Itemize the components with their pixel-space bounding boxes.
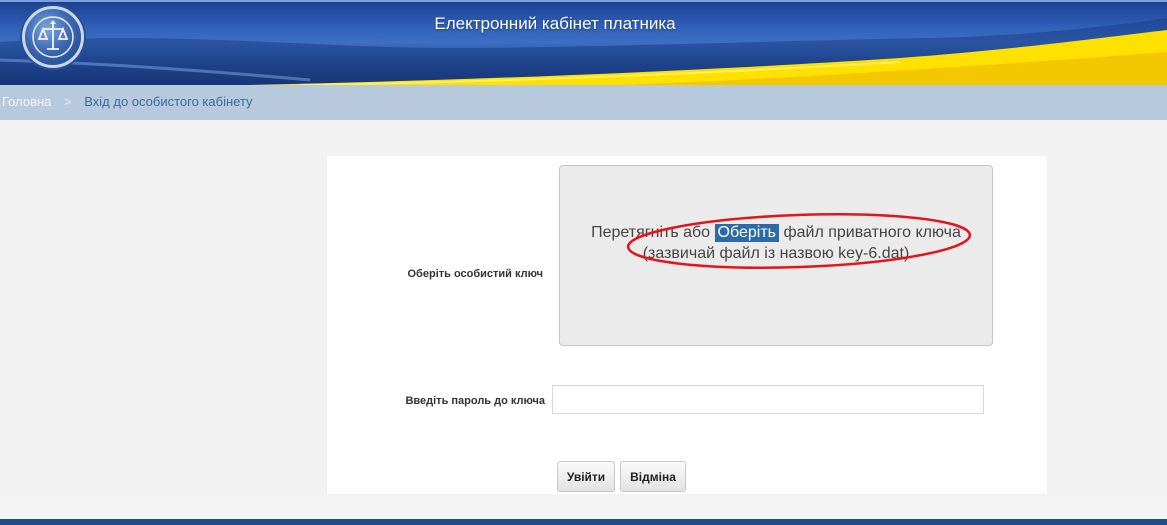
password-label: Введіть пароль до ключа [405, 395, 545, 407]
choose-file-link[interactable]: Оберіть [714, 224, 779, 242]
key-file-dropzone[interactable]: Перетягніть або Оберіть файл приватного … [559, 165, 993, 346]
cancel-button[interactable]: Відміна [620, 461, 686, 492]
password-field[interactable] [552, 385, 984, 414]
breadcrumb-separator: > [64, 94, 72, 109]
app-title: Електронний кабінет платника [434, 14, 676, 33]
footer-area [0, 497, 1167, 519]
breadcrumb: Головна > Вхід до особистого кабінету [0, 85, 1167, 120]
breadcrumb-home-link[interactable]: Головна [2, 94, 51, 109]
flag-wave-graphic [0, 18, 1167, 85]
breadcrumb-current: Вхід до особистого кабінету [84, 94, 253, 109]
footer-bar [0, 519, 1167, 525]
dropzone-text-before: Перетягніть або [591, 224, 711, 241]
dropzone-text-after: файл приватного ключа [783, 224, 961, 241]
dropzone-text: Перетягніть або Оберіть файл приватного … [560, 222, 992, 264]
site-header: Електронний кабінет платника [0, 0, 1167, 85]
login-button[interactable]: Увійти [557, 461, 615, 492]
dropzone-hint: (зазвичай файл із назвою key-6.dat) [642, 245, 910, 262]
key-label: Оберіть особистий ключ [407, 268, 544, 280]
